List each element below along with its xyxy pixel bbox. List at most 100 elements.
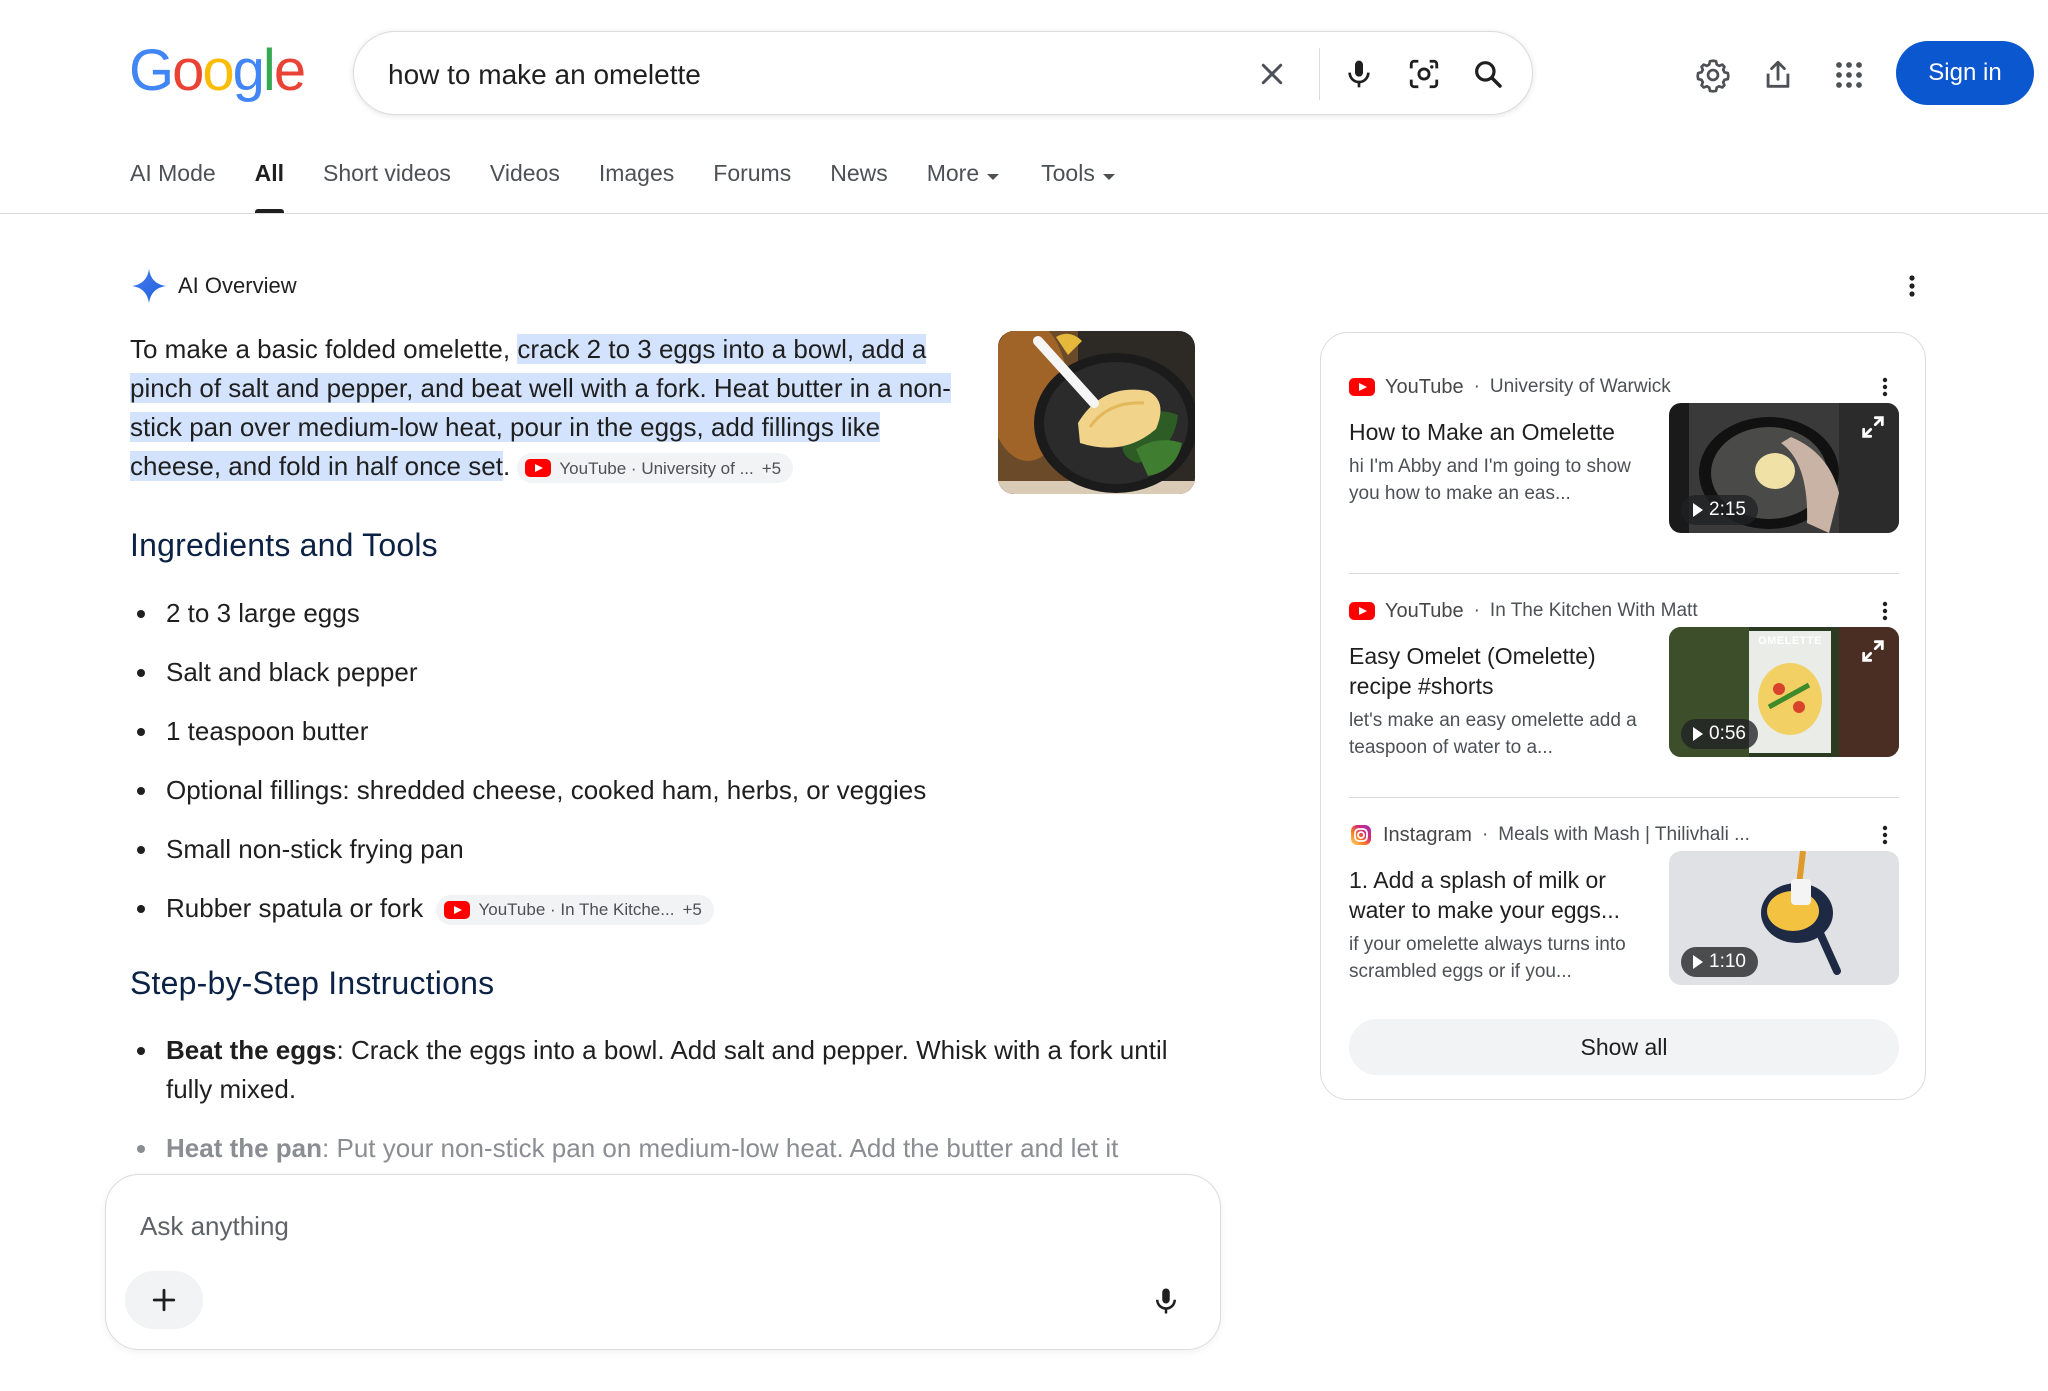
ingredients-list: 2 to 3 large eggs Salt and black pepper … (130, 592, 1010, 946)
source-title[interactable]: Easy Omelet (Omelette) recipe #shorts (1349, 641, 1649, 701)
youtube-icon (444, 901, 471, 920)
tab-forums[interactable]: Forums (713, 160, 791, 216)
youtube-icon (1349, 602, 1375, 620)
divider (1349, 573, 1899, 574)
tab-label: Forums (713, 160, 792, 186)
search-input[interactable] (386, 52, 1270, 98)
tab-more[interactable]: More (926, 160, 1000, 216)
list-item-text: Rubber spatula or fork (166, 893, 424, 923)
step-title: Heat the pan (166, 1133, 323, 1163)
tab-tools[interactable]: Tools (1041, 160, 1115, 216)
ingredients-heading: Ingredients and Tools (130, 527, 438, 563)
tab-label: Tools (1041, 160, 1095, 186)
step-text: : Put your non-stick pan on medium-low h… (322, 1133, 1119, 1163)
search-divider (1319, 48, 1320, 100)
chip-count: +5 (761, 458, 782, 478)
source-title[interactable]: 1. Add a splash of milk or water to make… (1349, 865, 1649, 925)
source-title[interactable]: How to Make an Omelette (1349, 417, 1649, 447)
apps-grid-icon[interactable] (1827, 53, 1871, 97)
tab-label: Videos (489, 160, 560, 186)
tab-label: Short videos (323, 160, 451, 186)
tab-news[interactable]: News (830, 160, 888, 216)
expand-icon[interactable] (1859, 637, 1887, 665)
search-icon[interactable] (1468, 54, 1508, 94)
google-logo[interactable]: Google (129, 36, 306, 106)
duration-text: 1:10 (1709, 951, 1746, 972)
meta-separator: · (1481, 824, 1489, 845)
voice-input-icon[interactable] (1144, 1279, 1188, 1323)
step-title: Beat the eggs (166, 1035, 337, 1065)
video-thumbnail[interactable]: 2:15 (1669, 403, 1899, 533)
voice-search-icon[interactable] (1339, 54, 1379, 94)
expand-icon[interactable] (1859, 413, 1887, 441)
logo-letter: e (273, 38, 306, 103)
tab-images[interactable]: Images (599, 160, 674, 216)
tab-ai-mode[interactable]: AI Mode (130, 160, 216, 216)
source-channel: In The Kitchen With Matt (1489, 600, 1698, 621)
play-icon (1693, 955, 1703, 969)
youtube-icon (1349, 378, 1375, 396)
list-item: Salt and black pepper (130, 651, 1010, 710)
lens-search-icon[interactable] (1404, 54, 1444, 94)
gemini-sparkle-icon (131, 268, 167, 304)
tabs-divider (0, 213, 2048, 214)
source-meta: YouTube · University of Warwick (1349, 373, 1671, 401)
more-options-icon[interactable] (1871, 821, 1899, 849)
omelette-image[interactable] (998, 331, 1195, 494)
sign-in-button[interactable]: Sign in (1896, 41, 2034, 105)
tab-short-videos[interactable]: Short videos (323, 160, 451, 216)
play-icon (1693, 727, 1703, 741)
list-item: Optional fillings: shredded cheese, cook… (130, 769, 1010, 828)
caret-down-icon (1102, 174, 1115, 180)
tab-videos[interactable]: Videos (490, 160, 560, 216)
chip-count: +5 (682, 900, 702, 920)
video-thumbnail[interactable]: 1:10 (1669, 851, 1899, 985)
duration-text: 2:15 (1709, 499, 1746, 520)
tab-label: More (926, 160, 980, 186)
ask-input[interactable] (138, 1205, 1042, 1247)
list-item-text: Optional fillings: shredded cheese, cook… (166, 775, 927, 805)
source-card[interactable]: Instagram · Meals with Mash | Thilivhali… (1349, 821, 1899, 991)
more-options-icon[interactable] (1871, 597, 1899, 625)
source-card[interactable]: YouTube · University of Warwick How to M… (1349, 373, 1899, 543)
instagram-icon (1351, 825, 1371, 845)
divider (1349, 797, 1899, 798)
search-box (353, 31, 1533, 115)
video-thumbnail[interactable]: OMELETTE 0:56 (1669, 627, 1899, 757)
summary-end: . (502, 451, 511, 481)
source-channel: University of Warwick (1489, 376, 1671, 397)
ai-overview-title: AI Overview (178, 273, 297, 298)
add-button[interactable] (125, 1271, 203, 1329)
logo-letter: l (262, 38, 276, 103)
tab-all[interactable]: All (254, 160, 285, 216)
logo-letter: G (129, 38, 174, 103)
summary-text: To make a basic folded omelette, (130, 334, 518, 364)
source-card[interactable]: YouTube · In The Kitchen With Matt Easy … (1349, 597, 1899, 767)
video-duration: 0:56 (1681, 719, 1758, 749)
steps-heading: Step-by-Step Instructions (130, 965, 495, 1001)
source-platform: YouTube (1385, 375, 1464, 398)
source-meta: YouTube · In The Kitchen With Matt (1349, 597, 1698, 625)
share-icon[interactable] (1756, 53, 1800, 97)
source-snippet: if your omelette always turns into scram… (1349, 934, 1626, 982)
chip-label: YouTube · In The Kitche... (478, 900, 675, 920)
video-duration: 1:10 (1681, 947, 1758, 977)
ask-box (105, 1174, 1221, 1350)
ai-overview-header: AI Overview (130, 266, 297, 306)
settings-gear-icon[interactable] (1691, 53, 1735, 97)
chip-label: YouTube · University of ... (559, 458, 754, 478)
duration-text: 0:56 (1709, 723, 1746, 744)
clear-icon[interactable] (1252, 54, 1292, 94)
more-options-icon[interactable] (1896, 270, 1928, 302)
play-icon (1693, 503, 1703, 517)
step-item: Heat the pan: Put your non-stick pan on … (130, 1129, 1220, 1168)
thumbnail-caption: OMELETTE (1758, 635, 1822, 647)
list-item-text: Small non-stick frying pan (166, 834, 464, 864)
logo-letter: o (172, 38, 204, 103)
show-all-button[interactable]: Show all (1349, 1019, 1899, 1075)
source-snippet: hi I'm Abby and I'm going to show you ho… (1349, 456, 1631, 504)
source-chip[interactable]: YouTube · University of ... +5 (517, 453, 794, 484)
more-options-icon[interactable] (1871, 373, 1899, 401)
source-channel: Meals with Mash | Thilivhali ... (1498, 824, 1750, 845)
source-chip[interactable]: YouTube · In The Kitche... +5 (436, 895, 714, 926)
